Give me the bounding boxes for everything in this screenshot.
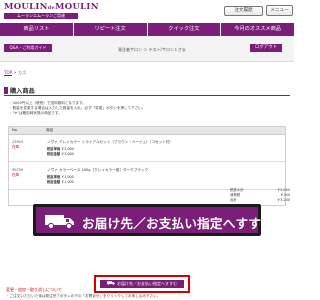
breadcrumb: TOP > カゴ: [4, 70, 26, 76]
brand-logo[interactable]: MOULINdeMOULIN ムーランエムーランご用達: [4, 2, 99, 21]
logo-text: MOULINdeMOULIN: [4, 2, 99, 12]
order-history-button[interactable]: 注文履歴: [224, 6, 263, 16]
breadcrumb-top-link[interactable]: TOP: [4, 70, 12, 75]
header: MOULINdeMOULIN ムーランエムーランご用達 注文履歴 メニュー: [0, 0, 294, 22]
nav-item-repeat-order[interactable]: リピート注文: [74, 23, 148, 36]
product-code: 99799: [12, 168, 24, 172]
product-name[interactable]: ノヴァ カラーベース 200g［クレイカラー用］ダークブラック: [47, 168, 148, 173]
page-title: 購入商品: [10, 88, 35, 95]
proceed-to-delivery-callout[interactable]: お届け先／お支払い指定へすすむ: [33, 204, 274, 236]
nav-item-monthly-recommend[interactable]: 今月のオススメ商品: [221, 23, 294, 36]
title-marker-icon: [4, 87, 8, 94]
breadcrumb-current: カゴ: [17, 70, 26, 75]
menu-label: メニュー: [270, 8, 289, 13]
total-value: ￥3,240: [276, 198, 290, 202]
proceed-to-delivery-button[interactable]: お届け先／お支払い指定へすすむ: [100, 280, 184, 288]
total-label: 合計: [230, 198, 237, 202]
note-line: ・"※"は梱包時状態の商品です。: [9, 111, 62, 115]
main-nav: 商品リスト リピート注文 クイック注文 今月のオススメ商品: [0, 23, 294, 36]
stock-status: 在庫: [12, 173, 19, 177]
totals: 税抜小計 ￥3,000 消費税 ￥240 合計 ￥3,240: [230, 188, 290, 203]
nav-item-quick-order[interactable]: クイック注文: [148, 23, 222, 36]
amount-label: 税抜金額: [47, 180, 61, 184]
amount-value: ￥2,000: [61, 152, 74, 156]
logo-subtitle: ムーランエムーランご用達: [4, 13, 78, 19]
callout-label: お届け先／お支払い指定へすすむ: [82, 216, 274, 231]
qa-guide-button[interactable]: Q&A・ご利用ガイド: [4, 44, 52, 52]
salon-info: 発注者サロン ＞ テスト/サロン１さま: [118, 47, 186, 52]
truck-icon: [107, 280, 115, 288]
small-button-highlight: お届け先／お支払い指定へすすむ: [94, 275, 190, 293]
sub-bar: Q&A・ご利用ガイド 発注者サロン ＞ テスト/サロン１さま ログアウト: [0, 36, 294, 62]
logout-button[interactable]: ログアウト: [250, 44, 282, 52]
amount-value: ￥1,000: [61, 180, 74, 184]
table-header: No 商品: [9, 127, 285, 135]
change-warning-text: ・ご注文いただいた後は発注完了ボタンの下の「お問合せ」をクリックしてお申し込み下…: [6, 294, 161, 298]
column-header-no: No: [12, 128, 17, 132]
change-warning-title: 変更・追加・取り消しについて: [6, 287, 62, 292]
stock-status: 在庫: [12, 145, 19, 149]
amount-label: 税抜金額: [47, 152, 61, 156]
section-title-bar: 購入商品: [4, 86, 290, 96]
column-header-product: 商品: [46, 128, 54, 132]
truck-icon: [45, 214, 75, 230]
product-name[interactable]: ノヴァ アレイカラー トライアルセット（ブラウン・ベージュ）（コセット付）: [47, 140, 173, 145]
small-button-label: お届け先／お支払い指定へすすむ: [117, 281, 177, 286]
product-code: 23904: [12, 140, 24, 144]
nav-item-product-list[interactable]: 商品リスト: [0, 23, 74, 36]
notes: ・4000円以上（税別）で送料無料となります。 ・数量を変更する場合は入力した数…: [9, 101, 146, 116]
menu-button[interactable]: メニュー: [266, 5, 293, 16]
total-row: 合計 ￥3,240: [230, 198, 290, 203]
table-row: 23904 在庫 ノヴァ アレイカラー トライアルセット（ブラウン・ベージュ）（…: [9, 136, 285, 162]
table-row: 99799 在庫 ノヴァ カラーベース 200g［クレイカラー用］ダークブラック…: [9, 164, 285, 190]
